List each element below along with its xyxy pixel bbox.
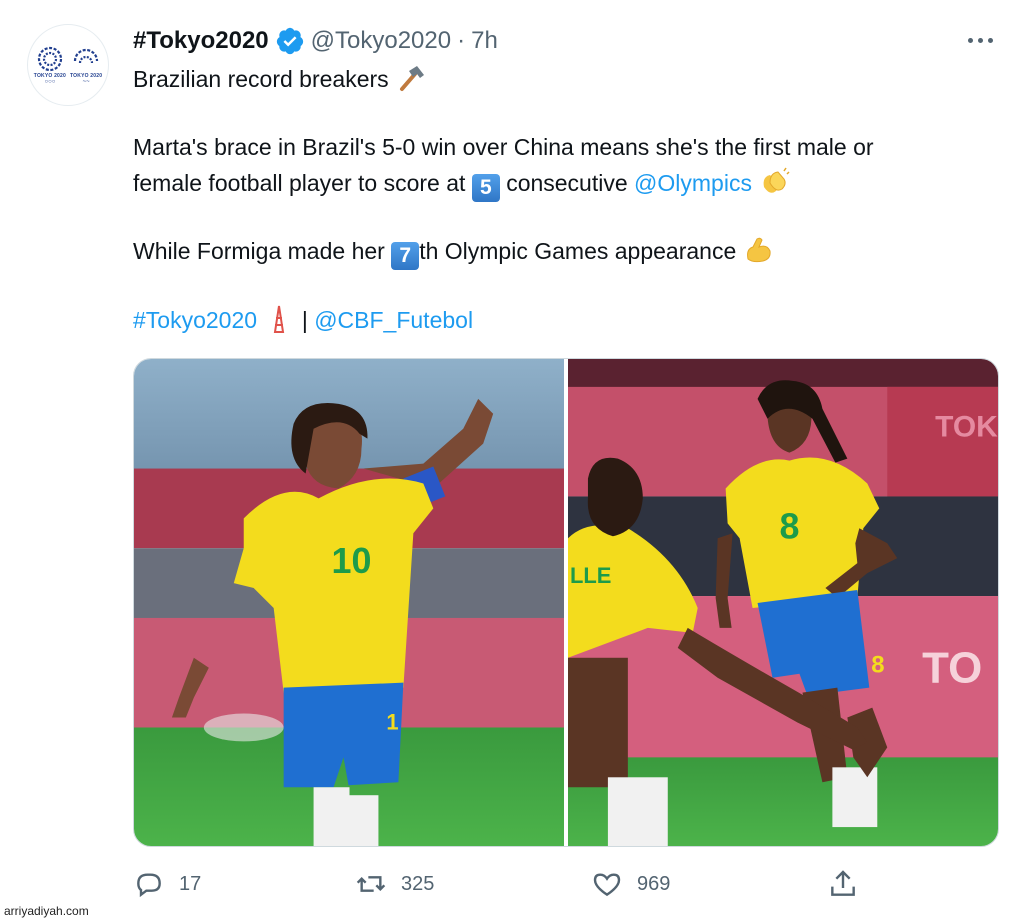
share-button[interactable]	[827, 866, 859, 902]
background-board-text-top: TOKYO	[935, 411, 998, 444]
verified-badge-icon	[276, 27, 303, 55]
cbf-futebol-mention-link[interactable]: @CBF_Futebol	[314, 307, 473, 333]
avatar[interactable]: TOKYO 2020 ○○○ TOKYO 2020 ~~	[27, 24, 109, 106]
tweet-text-line-5: #Tokyo2020 | @CBF_Futebol	[133, 304, 473, 335]
text-segment: consecutive	[506, 170, 628, 196]
paralympic-emblem: TOKYO 2020 ~~	[70, 45, 102, 86]
tweet-text-line-3: female football player to score at 5 con…	[133, 167, 790, 202]
tweet-text-line-1: Brazilian record breakers	[133, 63, 427, 94]
share-icon	[831, 870, 855, 896]
marta-shorts-number: 1	[386, 709, 398, 734]
keycap-5-emoji-icon: 5	[471, 174, 500, 202]
like-count: 969	[637, 872, 671, 895]
reply-button[interactable]: 17	[133, 866, 201, 902]
paralympic-agitos-icon: ~~	[82, 78, 90, 85]
clapping-hands-emoji-icon	[763, 167, 790, 193]
tokyo2020-hashtag-link[interactable]: #Tokyo2020	[133, 307, 257, 333]
like-button[interactable]: 969	[591, 866, 670, 902]
formiga-shorts-number: 8	[871, 652, 884, 679]
text-segment: While Formiga made her	[133, 238, 385, 264]
formiga-photo-image: TOKYO TO 8 8 LL	[568, 359, 998, 846]
display-name[interactable]: #Tokyo2020	[133, 27, 269, 55]
olympic-emblem: TOKYO 2020 ○○○	[34, 45, 66, 86]
flexed-biceps-emoji-icon	[746, 237, 771, 263]
marta-shirt-number: 10	[332, 541, 372, 581]
retweet-icon	[356, 876, 386, 892]
separator-bar: |	[301, 307, 308, 333]
heart-icon	[593, 873, 621, 897]
retweet-count: 325	[401, 872, 435, 895]
reply-icon	[137, 873, 161, 898]
marta-photo-image: 10 1	[134, 359, 564, 846]
media-grid: 10 1 TOKYO TO	[133, 358, 999, 847]
paralympic-emblem-icon	[73, 48, 99, 63]
watermark-text: arriyadiyah.com	[4, 904, 89, 918]
tokyo-tower-emoji-icon	[274, 305, 285, 333]
tweet-text-line-2: Marta's brace in Brazil's 5-0 win over C…	[133, 134, 874, 160]
retweet-button[interactable]: 325	[355, 866, 434, 902]
timestamp[interactable]: 7h	[471, 27, 498, 55]
tweet-card[interactable]: TOKYO 2020 ○○○ TOKYO 2020 ~~ #Tokyo2020 …	[0, 0, 1024, 923]
text-segment: Brazilian record breakers	[133, 66, 389, 92]
background-board-text-bottom: TO	[922, 644, 982, 693]
photo-formiga[interactable]: TOKYO TO 8 8 LL	[568, 359, 998, 846]
teammate-shirt-text: LLE	[570, 563, 611, 588]
text-segment: th Olympic Games appearance	[419, 238, 737, 264]
more-options-icon[interactable]	[968, 30, 998, 50]
keycap-7-emoji-icon: 7	[391, 242, 420, 270]
hammer-emoji-icon	[400, 66, 425, 91]
separator-dot: ·	[457, 27, 466, 54]
text-segment: female football player to score at	[133, 170, 466, 196]
tweet-header: #Tokyo2020 @Tokyo2020 · 7h	[133, 26, 498, 56]
reply-count: 17	[179, 872, 202, 895]
handle[interactable]: @Tokyo2020	[311, 27, 451, 55]
photo-marta[interactable]: 10 1	[134, 359, 564, 846]
action-bar: 17 325 969	[133, 866, 999, 902]
olympic-emblem-icon	[37, 46, 62, 71]
olympics-mention-link[interactable]: @Olympics	[634, 170, 752, 196]
olympic-rings-icon: ○○○	[44, 78, 56, 85]
tweet-text-line-4: While Formiga made her 7th Olympic Games…	[133, 235, 775, 270]
formiga-shirt-number: 8	[780, 506, 800, 546]
